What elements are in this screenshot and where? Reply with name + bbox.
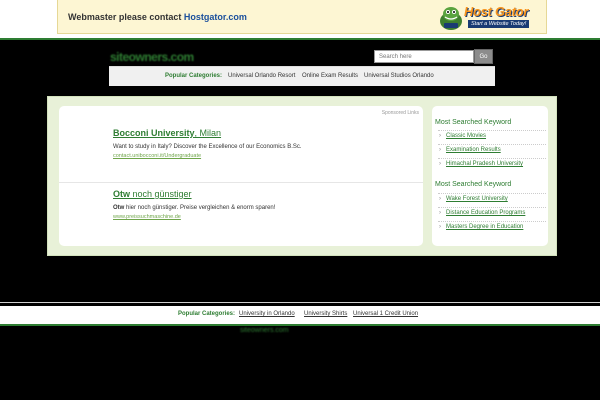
search-button[interactable]: Go (474, 49, 493, 64)
sponsored-ads-panel: Sponsored Links Bocconi University, Mila… (59, 106, 423, 246)
category-link[interactable]: Universal Studios Orlando (364, 73, 434, 79)
ad-title-link[interactable]: Otw noch günstiger (113, 189, 413, 199)
hostgator-logo[interactable]: Host Gator Start a Website Today! (436, 2, 544, 32)
banner-text: Webmaster please contact Hostgator.com (68, 12, 247, 22)
divider (0, 38, 600, 40)
ad-url-link[interactable]: contact.unibocconi.it/Undergraduate (113, 153, 413, 159)
ad-item: Otw noch günstiger Otw hier noch günstig… (113, 189, 413, 220)
footer-category-link[interactable]: Universal 1 Credit Union (353, 311, 418, 317)
popular-categories-bar: Popular Categories: Universal Orlando Re… (109, 66, 495, 86)
gator-icon (440, 7, 462, 30)
ad-description: Want to study in Italy? Discover the Exc… (113, 144, 302, 150)
banner-prefix: Webmaster please contact (68, 12, 182, 22)
search-input[interactable]: Search here (374, 50, 474, 63)
ad-url-link[interactable]: www.preissuchmaschine.de (113, 214, 413, 220)
top-banner-area: Webmaster please contact Hostgator.com H… (0, 0, 600, 38)
ad-description: Otw hier noch günstiger. Preise vergleic… (113, 205, 276, 211)
keyword-link[interactable]: Classic Movies (438, 130, 546, 142)
hostgator-name: Host Gator (464, 4, 529, 19)
sponsored-label: Sponsored Links (381, 110, 419, 116)
divider (0, 302, 600, 303)
footer-categories: Popular Categories: University in Orland… (0, 306, 600, 324)
ad-item: Bocconi University, Milan Want to study … (113, 128, 413, 159)
category-link[interactable]: Universal Orlando Resort (228, 73, 295, 79)
footer-logo[interactable]: siteowners.com (240, 327, 363, 335)
keyword-link[interactable]: Distance Education Programs (438, 207, 546, 219)
ad-divider (59, 182, 423, 183)
keyword-link[interactable]: Masters Degree in Education (438, 221, 546, 233)
keyword-sidebar: Most Searched Keyword Classic Movies Exa… (432, 106, 548, 246)
footer-category-link[interactable]: University Shirts (304, 311, 347, 317)
divider (0, 324, 600, 326)
keyword-link[interactable]: Himachal Pradesh University (438, 158, 546, 170)
footer-category-link[interactable]: University in Orlando (239, 311, 295, 317)
site-logo[interactable]: siteowners.com (110, 50, 240, 64)
keyword-link[interactable]: Examination Results (438, 144, 546, 156)
footer-label: Popular Categories: (178, 311, 236, 317)
category-link[interactable]: Online Exam Results (302, 73, 358, 79)
sidebar-heading: Most Searched Keyword (435, 181, 512, 188)
main-panel: Sponsored Links Bocconi University, Mila… (47, 96, 557, 256)
sidebar-heading: Most Searched Keyword (435, 119, 512, 126)
hosting-banner[interactable]: Webmaster please contact Hostgator.com H… (57, 0, 547, 34)
hostgator-tagline: Start a Website Today! (468, 20, 530, 28)
categories-label: Popular Categories: (165, 73, 223, 79)
ad-title-link[interactable]: Bocconi University, Milan (113, 128, 413, 138)
hostgator-link[interactable]: Hostgator.com (184, 12, 247, 22)
keyword-link[interactable]: Wake Forest University (438, 193, 546, 205)
